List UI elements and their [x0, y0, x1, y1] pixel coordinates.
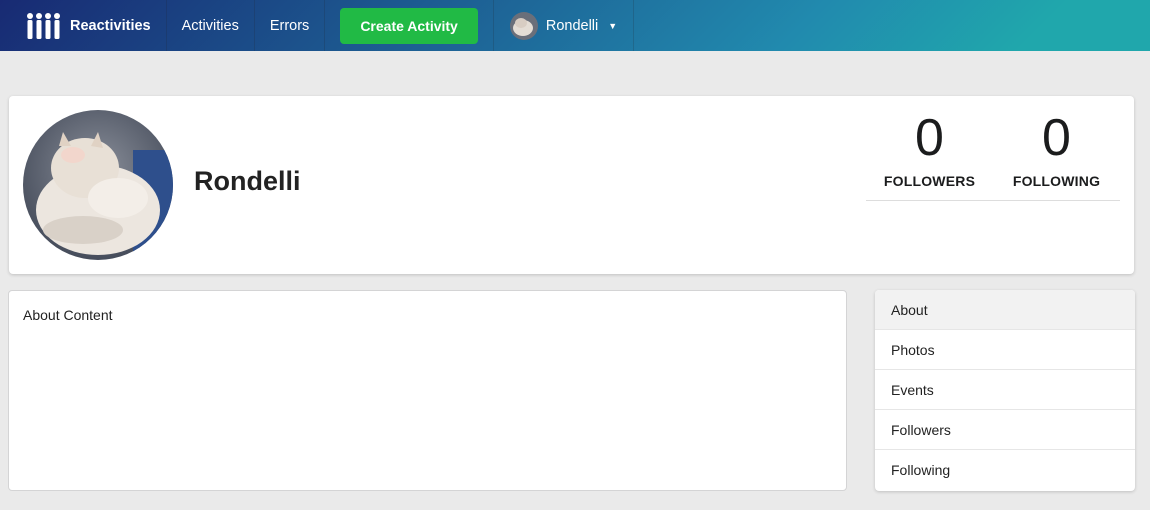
menu-item-label: Following	[891, 462, 951, 478]
followers-stat: 0 FOLLOWERS	[866, 112, 993, 200]
brand-label: Reactivities	[70, 17, 151, 34]
menu-item-label: Events	[891, 381, 934, 398]
content-text: About Content	[23, 307, 113, 323]
menu-item-about[interactable]: About	[875, 290, 1135, 330]
profile-content-panel: About Content	[8, 290, 847, 491]
menu-item-label: Photos	[891, 341, 935, 358]
following-count: 0	[1042, 109, 1071, 167]
user-name: Rondelli	[545, 17, 599, 34]
navbar: Reactivities Activities Errors Create Ac…	[0, 0, 1150, 51]
followers-count: 0	[915, 109, 944, 167]
nav-errors-label: Errors	[269, 17, 310, 34]
profile-avatar	[23, 110, 173, 260]
profile-display-name: Rondelli	[194, 166, 301, 196]
profile-header: Rondelli 0 FOLLOWERS 0 FOLLOWING	[9, 96, 1134, 274]
menu-item-events[interactable]: Events	[875, 370, 1135, 410]
followers-label: FOLLOWERS	[883, 173, 976, 189]
user-menu[interactable]: Rondelli ▼	[494, 0, 635, 51]
following-label: FOLLOWING	[1012, 173, 1101, 189]
nav-errors[interactable]: Errors	[255, 0, 326, 51]
profile-stats: 0 FOLLOWERS 0 FOLLOWING	[866, 112, 1120, 201]
brand-link[interactable]: Reactivities	[0, 0, 167, 51]
nav-activities[interactable]: Activities	[167, 0, 255, 51]
profile-side-menu: About Photos Events Followers Following	[875, 290, 1135, 491]
create-activity-button[interactable]: Create Activity	[340, 7, 478, 44]
caret-down-icon: ▼	[608, 20, 618, 31]
following-stat: 0 FOLLOWING	[993, 112, 1120, 200]
user-avatar	[509, 11, 538, 40]
menu-item-followers[interactable]: Followers	[875, 410, 1135, 450]
nav-activities-label: Activities	[181, 17, 239, 34]
group-icon	[24, 12, 62, 40]
create-activity-item: Create Activity	[325, 0, 494, 51]
menu-item-label: About	[891, 301, 928, 318]
menu-item-photos[interactable]: Photos	[875, 330, 1135, 370]
menu-item-following[interactable]: Following	[875, 450, 1135, 490]
menu-item-label: Followers	[891, 421, 951, 438]
